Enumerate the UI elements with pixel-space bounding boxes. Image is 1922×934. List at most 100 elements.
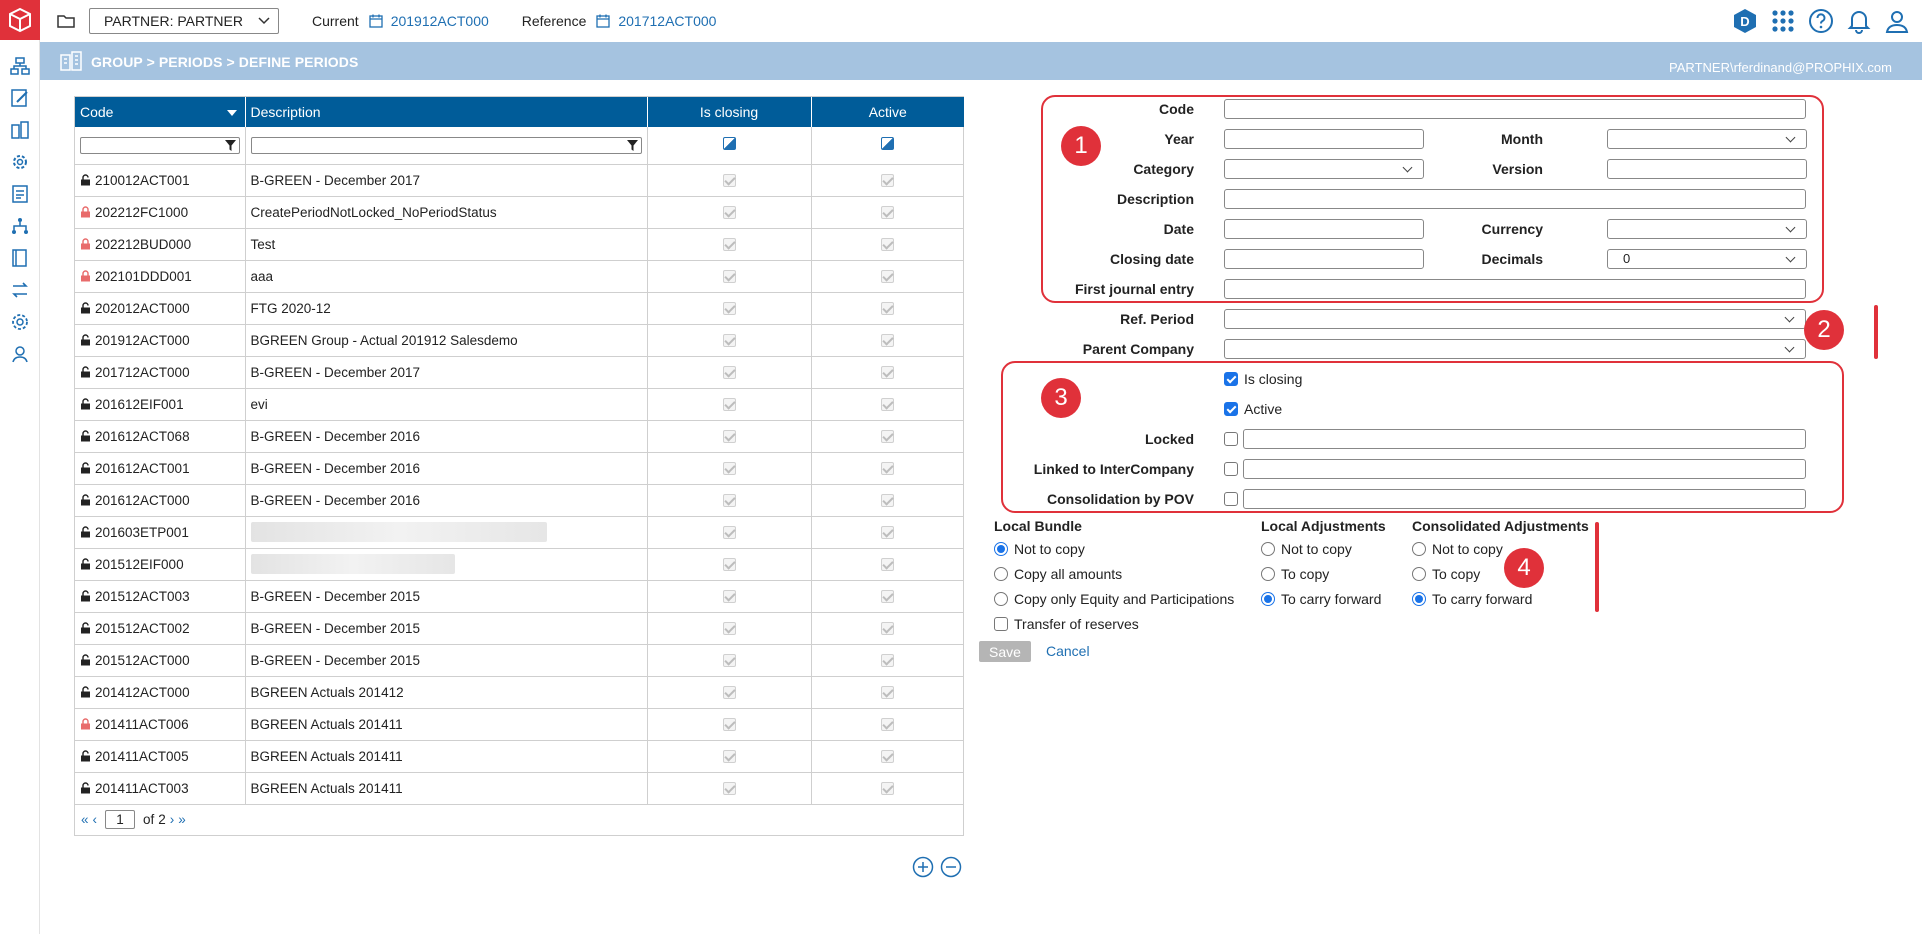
prev-page-icon[interactable]: ‹: [93, 812, 98, 827]
advanced-settings-icon[interactable]: [0, 306, 40, 338]
buildings-icon[interactable]: [0, 114, 40, 146]
code-filter-input[interactable]: [80, 136, 240, 154]
table-row[interactable]: 201603ETP001: [75, 516, 964, 549]
cons-adj-carry-forward-radio[interactable]: [1412, 592, 1426, 606]
apps-grid-icon[interactable]: [1770, 8, 1796, 34]
table-row[interactable]: 201512ACT003 B-GREEN - December 2015: [75, 580, 964, 613]
row-code-cell: 202212FC1000: [75, 196, 246, 229]
hierarchy-icon[interactable]: [0, 210, 40, 242]
cons-adj-not-to-copy-radio[interactable]: [1412, 542, 1426, 556]
locked-input[interactable]: [1243, 429, 1806, 449]
book-icon[interactable]: [0, 242, 40, 274]
app-logo-icon[interactable]: [0, 0, 40, 40]
folder-icon[interactable]: [56, 11, 76, 31]
parent-company-select[interactable]: [1224, 339, 1806, 359]
local-adj-not-to-copy-radio[interactable]: [1261, 542, 1275, 556]
table-row[interactable]: 201512ACT002 B-GREEN - December 2015: [75, 612, 964, 645]
description-input[interactable]: [1224, 189, 1806, 209]
page-number-input[interactable]: 1: [105, 810, 136, 829]
table-row[interactable]: 201412ACT000 BGREEN Actuals 201412: [75, 676, 964, 709]
remove-row-icon[interactable]: [940, 856, 962, 878]
filter-icon[interactable]: [626, 139, 638, 151]
is-closing-filter-checkbox[interactable]: [722, 137, 736, 151]
report-icon[interactable]: [0, 178, 40, 210]
bell-icon[interactable]: [1846, 8, 1872, 34]
row-description: evi: [250, 396, 268, 412]
local-adj-to-copy-radio[interactable]: [1261, 567, 1275, 581]
local-bundle-copy-equity-radio[interactable]: [994, 592, 1008, 606]
table-row[interactable]: 201612EIF001 evi: [75, 388, 964, 421]
transfer-icon[interactable]: [0, 274, 40, 306]
table-row[interactable]: 202212BUD000 Test: [75, 228, 964, 261]
row-active-checkbox: [881, 750, 895, 764]
currency-select[interactable]: [1607, 219, 1807, 239]
local-bundle-copy-all-radio[interactable]: [994, 567, 1008, 581]
table-row[interactable]: 210012ACT001 B-GREEN - December 2017: [75, 164, 964, 197]
consolidation-pov-checkbox[interactable]: [1224, 492, 1238, 506]
table-row[interactable]: 201612ACT068 B-GREEN - December 2016: [75, 420, 964, 453]
current-period-link[interactable]: 201912ACT000: [391, 13, 489, 29]
column-header-active[interactable]: Active: [811, 97, 964, 127]
last-page-icon[interactable]: »: [178, 812, 186, 827]
table-row[interactable]: 201411ACT005 BGREEN Actuals 201411: [75, 740, 964, 773]
user-icon[interactable]: [1884, 8, 1910, 34]
transfer-reserves-checkbox[interactable]: [994, 617, 1008, 631]
code-input[interactable]: [1224, 99, 1806, 119]
local-adj-carry-forward-label: To carry forward: [1281, 591, 1382, 607]
column-header-code[interactable]: Code: [75, 97, 246, 127]
local-bundle-not-to-copy-radio[interactable]: [994, 542, 1008, 556]
linked-interco-checkbox[interactable]: [1224, 462, 1238, 476]
row-description-cell: B-GREEN - December 2015: [245, 612, 648, 645]
year-input[interactable]: [1224, 129, 1424, 149]
month-select[interactable]: [1607, 129, 1807, 149]
local-adj-carry-forward-radio[interactable]: [1261, 592, 1275, 606]
sort-desc-icon[interactable]: [226, 110, 237, 116]
edit-document-icon[interactable]: [0, 82, 40, 114]
users-admin-icon[interactable]: [0, 338, 40, 370]
column-header-is-closing[interactable]: Is closing: [647, 97, 812, 127]
is-closing-checkbox[interactable]: [1224, 372, 1238, 386]
filter-icon[interactable]: [224, 139, 236, 151]
add-row-icon[interactable]: [912, 856, 934, 878]
row-code-cell: 201612ACT000: [75, 484, 246, 517]
row-is-closing-cell: [647, 644, 812, 677]
table-row[interactable]: 201512ACT000 B-GREEN - December 2015: [75, 644, 964, 677]
table-row[interactable]: 202101DDD001 aaa: [75, 260, 964, 293]
table-row[interactable]: 201712ACT000 B-GREEN - December 2017: [75, 356, 964, 389]
org-chart-icon[interactable]: [0, 50, 40, 82]
table-row[interactable]: 201612ACT000 B-GREEN - December 2016: [75, 484, 964, 517]
row-active-cell: [811, 196, 964, 229]
help-icon[interactable]: [1808, 8, 1834, 34]
closing-date-label: Closing date: [1109, 251, 1194, 267]
column-header-description[interactable]: Description: [245, 97, 648, 127]
category-select[interactable]: [1224, 159, 1424, 179]
date-input[interactable]: [1224, 219, 1424, 239]
closing-date-input[interactable]: [1224, 249, 1424, 269]
locked-checkbox[interactable]: [1224, 432, 1238, 446]
save-button[interactable]: Save: [979, 641, 1031, 662]
d-badge-icon[interactable]: D: [1732, 8, 1758, 34]
cons-adj-to-copy-radio[interactable]: [1412, 567, 1426, 581]
first-page-icon[interactable]: «: [81, 812, 89, 827]
table-row[interactable]: 201411ACT006 BGREEN Actuals 201411: [75, 708, 964, 741]
table-row[interactable]: 201411ACT003 BGREEN Actuals 201411: [75, 772, 964, 805]
table-row[interactable]: 201612ACT001 B-GREEN - December 2016: [75, 452, 964, 485]
linked-interco-input[interactable]: [1243, 459, 1806, 479]
active-checkbox[interactable]: [1224, 402, 1238, 416]
ref-period-select[interactable]: [1224, 309, 1806, 329]
cancel-link[interactable]: Cancel: [1046, 643, 1090, 659]
active-filter-checkbox[interactable]: [881, 137, 895, 151]
table-row[interactable]: 202012ACT000 FTG 2020-12: [75, 292, 964, 325]
settings-gear-icon[interactable]: [0, 146, 40, 178]
partner-select[interactable]: PARTNER: PARTNER: [89, 8, 279, 34]
decimals-select[interactable]: 0: [1607, 249, 1807, 269]
table-row[interactable]: 201912ACT000 BGREEN Group - Actual 201912…: [75, 324, 964, 357]
consolidation-pov-input[interactable]: [1243, 489, 1806, 509]
table-row[interactable]: 202212FC1000 CreatePeriodNotLocked_NoPeri…: [75, 196, 964, 229]
version-input[interactable]: [1607, 159, 1807, 179]
next-page-icon[interactable]: ›: [170, 812, 175, 827]
reference-period-link[interactable]: 201712ACT000: [618, 13, 716, 29]
first-journal-entry-input[interactable]: [1224, 279, 1806, 299]
table-row[interactable]: 201512EIF000: [75, 548, 964, 581]
description-filter-input[interactable]: [250, 136, 642, 154]
